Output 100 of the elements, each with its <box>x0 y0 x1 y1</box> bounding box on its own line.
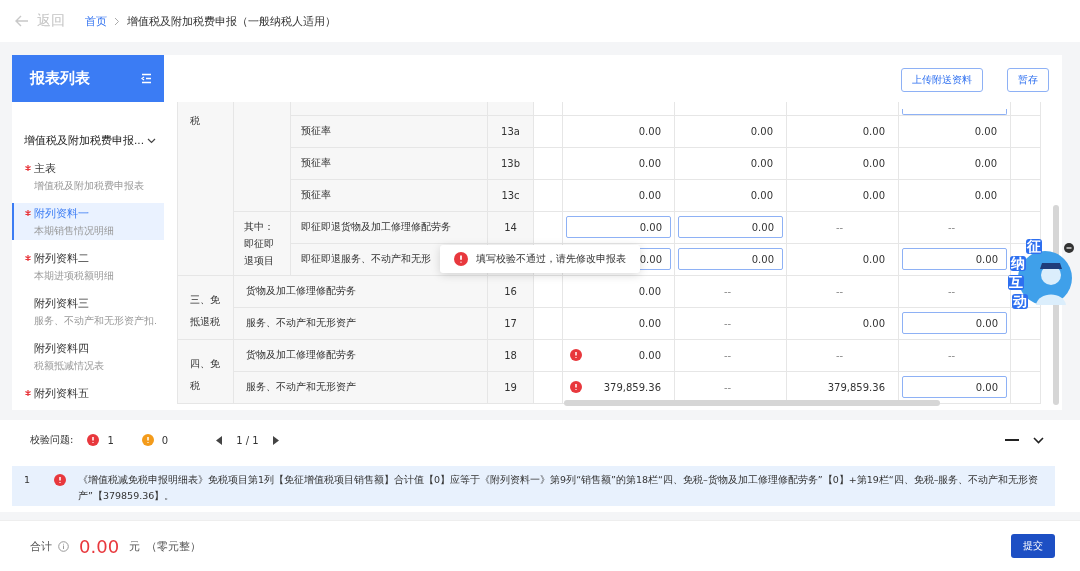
assistant-label: 互 <box>1008 275 1024 290</box>
table-cell: 0.00 <box>862 317 885 329</box>
line-number: 18 <box>504 349 517 361</box>
table-cell: 0.00 <box>638 349 661 361</box>
warning-count: 0 <box>161 434 169 446</box>
report-group[interactable]: 增值税及附加税费申报... <box>12 130 164 152</box>
assistant-label: 动 <box>1012 294 1028 309</box>
amount-field[interactable]: 0.00 <box>902 376 1007 398</box>
chevron-down-icon <box>147 138 156 144</box>
sidebar-item[interactable]: 附列资料二 本期进项税额明细 <box>12 248 164 285</box>
group-label: 税 <box>190 114 201 128</box>
amount-in-words: （零元整） <box>146 538 202 554</box>
table-cell: -- <box>723 349 732 361</box>
amount-field[interactable]: 0.00 <box>902 248 1007 270</box>
page-title: 增值税及附加税费申报（一般纳税人适用） <box>127 13 336 29</box>
table-cell: 0.00 <box>638 317 661 329</box>
error-icon <box>454 252 468 266</box>
item-subtitle: 税额抵减情况表 <box>34 360 105 373</box>
action-button[interactable]: 上传附送资料 <box>901 67 983 92</box>
row-label: 即征即退货物及加工修理修配劳务 <box>301 221 451 232</box>
row-label: 预征率 <box>301 189 331 200</box>
amount-field[interactable]: 0.00 <box>678 248 783 270</box>
row-label: 预征率 <box>301 125 331 136</box>
table-cell: 0.00 <box>750 125 773 137</box>
table-cell: 0.00 <box>862 125 885 137</box>
table-cell: 0.00 <box>638 285 661 297</box>
group-label: 其中：即征即退项目 <box>244 219 275 268</box>
validation-message[interactable]: 1 《增值税减免税申报明细表》免税项目第1列【免征增值税项目销售额】合计值【0】应等于《附列资料一》第9列“销售额”的第18栏“四、免税–货物及加工修理修配劳务”【0】+第19栏“四、免税–服务、不动产和无形资产”【379859.36】。 <box>12 466 1055 506</box>
line-number: 13a <box>501 125 520 137</box>
submit-button[interactable]: 提交 <box>1011 534 1055 558</box>
breadcrumb-link[interactable]: 首页 <box>85 13 107 29</box>
table-cell: 0.00 <box>638 157 661 169</box>
table-cell: 0.00 <box>750 157 773 169</box>
table-cell: -- <box>723 317 732 329</box>
row-label: 货物及加工修理修配劳务 <box>246 349 356 360</box>
page-indicator: 1 / 1 <box>236 434 259 446</box>
issues-label: 校验问题: <box>30 433 74 447</box>
total-amount: 0.00 <box>79 535 120 557</box>
row-label: 货物及加工修理修配劳务 <box>246 285 356 296</box>
item-title: 附列资料四 <box>34 342 89 355</box>
error-count: 1 <box>107 434 114 446</box>
line-number: 14 <box>504 221 517 233</box>
next-icon[interactable] <box>272 435 279 445</box>
row-label: 预征率 <box>301 157 331 168</box>
row-label: 服务、不动产和无形资产 <box>246 381 356 392</box>
action-button[interactable]: 暂存 <box>1007 67 1049 92</box>
error-icon <box>54 474 66 486</box>
item-title: 附列资料五 <box>34 387 89 400</box>
table-cell: -- <box>947 285 956 297</box>
item-subtitle: 本期进项税额明细 <box>34 270 115 283</box>
assistant-widget[interactable]: 征 纳 互 动 <box>1008 239 1068 311</box>
table-cell: 0.00 <box>974 125 997 137</box>
table-cell: 0.00 <box>638 189 661 201</box>
minimize-icon[interactable] <box>1005 438 1019 442</box>
currency-unit: 元 <box>129 538 141 554</box>
sidebar-item[interactable]: 附列资料四 税额抵减情况表 <box>12 338 164 375</box>
warning-icon <box>141 434 154 446</box>
sidebar-item[interactable]: 主表 增值税及附加税费申报表 <box>12 158 164 195</box>
item-subtitle: 服务、不动产和无形资产扣. <box>34 315 159 328</box>
table-cell: 0.00 <box>862 253 885 265</box>
table-cell: 0.00 <box>862 157 885 169</box>
table-cell: 379,859.36 <box>603 381 661 393</box>
table-cell: -- <box>947 349 956 361</box>
assistant-label: 征 <box>1026 239 1042 254</box>
sidebar-item[interactable]: 附列资料三 服务、不动产和无形资产扣. <box>12 293 164 330</box>
table-cell: -- <box>723 381 732 393</box>
amount-field[interactable] <box>902 108 1007 115</box>
horizontal-scrollbar[interactable] <box>564 400 940 406</box>
item-subtitle: 增值税及附加税费申报表 <box>34 180 145 193</box>
amount-field[interactable]: 0.00 <box>678 216 783 238</box>
group-label: 四、免税 <box>190 357 221 393</box>
table-cell: 0.00 <box>750 189 773 201</box>
amount-field[interactable]: 0.00 <box>902 312 1007 334</box>
chevron-right-icon <box>114 16 120 26</box>
table-cell: -- <box>835 349 844 361</box>
group-label: 三、免抵退税 <box>190 293 221 329</box>
sidebar-item[interactable]: 附列资料五 <box>12 383 164 410</box>
sidebar-title: 报表列表 <box>30 69 90 88</box>
item-title: 主表 <box>34 162 56 175</box>
table-cell: -- <box>723 285 732 297</box>
message-index: 1 <box>24 473 32 487</box>
chevron-down-icon[interactable] <box>1033 436 1044 444</box>
toast-text: 填写校验不通过，请先修改申报表 <box>476 252 626 266</box>
error-icon <box>87 434 100 446</box>
table-cell: -- <box>835 221 844 233</box>
line-number: 17 <box>504 317 517 329</box>
item-subtitle: 本期销售情况明细 <box>34 225 115 238</box>
amount-field[interactable]: 0.00 <box>566 216 671 238</box>
previous-icon[interactable] <box>216 435 223 445</box>
message-text: 《增值税减免税申报明细表》免税项目第1列【免征增值税项目销售额】合计值【0】应等于《附列资料一》第9列“销售额”的第18栏“四、免税–货物及加工修理修配劳务”【0】+第19栏“四、免税–服务、不动产和无形资产”【379859.36】。 <box>78 473 1040 503</box>
minimize-icon[interactable] <box>1064 243 1074 253</box>
total-label: 合计 <box>30 538 52 554</box>
line-number: 19 <box>504 381 517 393</box>
line-number: 16 <box>504 285 517 297</box>
row-label: 即征即退服务、不动产和无形 <box>301 253 431 264</box>
line-number: 13b <box>500 157 521 169</box>
sidebar-item[interactable]: 附列资料一 本期销售情况明细 <box>12 203 164 240</box>
collapse-menu-icon[interactable] <box>141 73 152 84</box>
line-number: 13c <box>501 189 520 201</box>
table-cell: 379,859.36 <box>827 381 885 393</box>
